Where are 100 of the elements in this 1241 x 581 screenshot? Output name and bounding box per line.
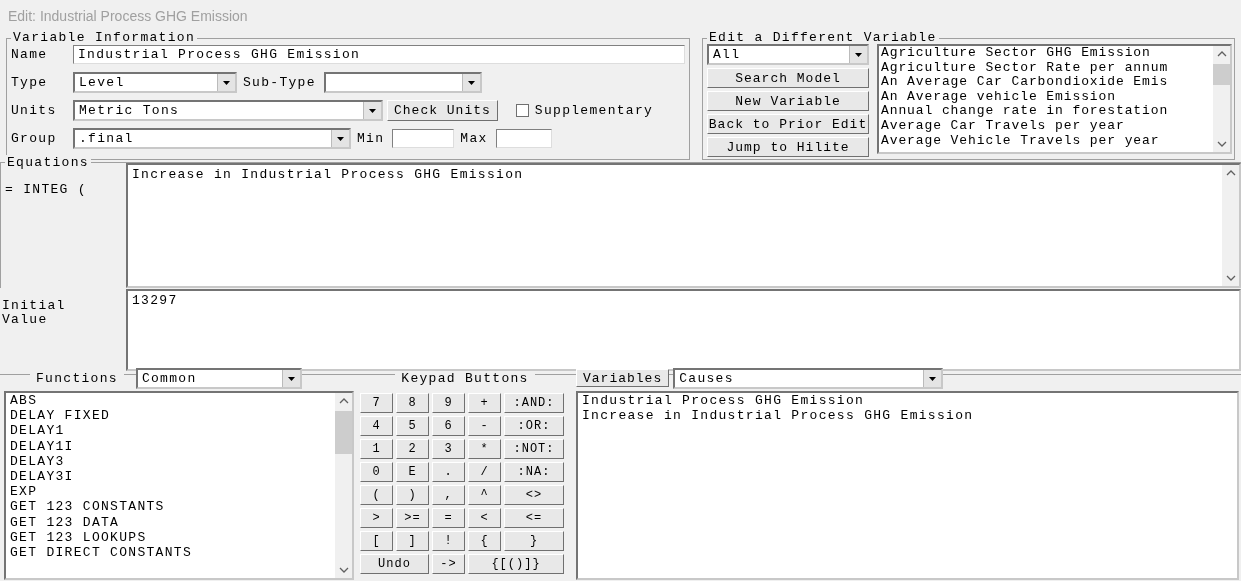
list-item[interactable]: DELAY3 — [10, 453, 331, 469]
category-dropdown[interactable]: Common — [135, 367, 302, 389]
list-item[interactable]: Increase in Industrial Process GHG Emission — [582, 408, 1233, 424]
panel-title: Equations — [5, 155, 91, 170]
keypad-button[interactable]: ] — [396, 531, 429, 551]
scroll-up-icon[interactable] — [338, 397, 349, 405]
keypad-button[interactable]: Undo — [360, 554, 429, 574]
sub-type-dropdown[interactable] — [323, 72, 482, 93]
list-item[interactable]: Average Vehicle Travels per year — [881, 133, 1211, 149]
list-item[interactable]: Average Car Travels per year — [881, 118, 1211, 134]
scroll-down-icon[interactable] — [338, 566, 349, 574]
keypad-button[interactable]: 4 — [360, 416, 393, 436]
keypad-button[interactable]: 7 — [360, 393, 393, 413]
keypad-button[interactable]: 6 — [432, 416, 465, 436]
list-item[interactable]: GET 123 DATA — [10, 514, 331, 530]
scrollbar[interactable] — [1222, 165, 1239, 286]
keypad-button[interactable]: + — [468, 393, 501, 413]
list-item[interactable]: Agriculture Sector GHG Emission — [881, 46, 1211, 61]
action-button[interactable]: Jump to Hilite — [707, 137, 869, 157]
field-label: Initial Value — [1, 297, 67, 329]
filter-dropdown[interactable]: All — [707, 44, 869, 65]
action-button[interactable]: Search Model — [707, 68, 869, 88]
list-item[interactable]: Annual change rate in forestation — [881, 104, 1211, 119]
list-item[interactable]: DELAY1I — [10, 438, 331, 454]
keypad-button[interactable]: 1 — [360, 439, 393, 459]
keypad-button[interactable]: 3 — [432, 439, 465, 459]
keypad-button[interactable]: / — [468, 462, 501, 482]
scroll-up-icon[interactable] — [1216, 50, 1227, 58]
name-field[interactable]: Industrial Process GHG Emission — [73, 45, 685, 64]
keypad-button[interactable]: > — [360, 508, 393, 528]
field-label: Units — [11, 103, 58, 118]
list-item[interactable]: An Average Car Carbondioxide Emis — [881, 75, 1211, 90]
type-dropdown[interactable]: Level — [73, 72, 237, 93]
keypad-button[interactable]: 2 — [396, 439, 429, 459]
list-item[interactable]: GET DIRECT CONSTANTS — [10, 545, 331, 561]
keypad-button[interactable]: * — [468, 439, 501, 459]
panel-title: Edit a Different Variable — [708, 32, 938, 44]
list-item[interactable]: EXP — [10, 484, 331, 500]
scroll-thumb[interactable] — [1213, 64, 1230, 85]
list-item[interactable]: DELAY3I — [10, 469, 331, 485]
keypad-button[interactable]: E — [396, 462, 429, 482]
list-item[interactable]: ABS — [10, 393, 331, 409]
keypad-button[interactable]: 0 — [360, 462, 393, 482]
units-dropdown[interactable]: Metric Tons — [73, 100, 383, 121]
scrollbar[interactable] — [1213, 46, 1230, 152]
field-label: Name — [11, 47, 49, 62]
keypad-button[interactable]: 8 — [396, 393, 429, 413]
keypad-button[interactable]: ! — [432, 531, 465, 551]
list-item[interactable]: DELAY1 — [10, 423, 331, 439]
max-field[interactable] — [495, 129, 552, 148]
keypad-button[interactable]: [ — [360, 531, 393, 551]
variables-button[interactable]: Variables — [576, 369, 670, 387]
field-label: Type — [11, 75, 49, 90]
panel-title: Variable Information — [12, 32, 197, 44]
scroll-down-icon[interactable] — [1216, 140, 1227, 148]
keypad-button[interactable]: <= — [504, 508, 564, 528]
keypad-button[interactable]: ^ — [468, 485, 501, 505]
keypad-button[interactable]: >= — [396, 508, 429, 528]
group-dropdown[interactable]: .final — [73, 128, 351, 149]
keypad-button[interactable]: , — [432, 485, 465, 505]
keypad-button[interactable]: } — [504, 531, 564, 551]
keypad-button[interactable]: { — [468, 531, 501, 551]
check-units-button[interactable]: Check Units — [387, 100, 498, 121]
list-item[interactable]: DELAY FIXED — [10, 408, 331, 424]
scroll-thumb[interactable] — [335, 411, 352, 454]
keypad-button[interactable]: 9 — [432, 393, 465, 413]
keypad-button[interactable]: 5 — [396, 416, 429, 436]
keypad-button[interactable]: <> — [504, 485, 564, 505]
keypad-button[interactable]: {[()]} — [468, 554, 564, 574]
initial-value-field[interactable]: 13297 — [126, 289, 1241, 371]
list-item[interactable]: Industrial Process GHG Emission — [582, 393, 1233, 409]
keypad-button[interactable]: - — [468, 416, 501, 436]
list-item[interactable]: GET 123 LOOKUPS — [10, 529, 331, 546]
field-label: Sub-Type — [243, 75, 316, 90]
scroll-up-icon[interactable] — [1225, 169, 1236, 177]
mode-dropdown[interactable]: Causes — [673, 367, 944, 389]
action-button[interactable]: Back to Prior Edit — [707, 114, 869, 134]
keypad-button[interactable]: ) — [396, 485, 429, 505]
checkbox[interactable] — [515, 104, 529, 117]
keypad-button[interactable]: :AND: — [504, 393, 564, 413]
keypad-button[interactable]: :NOT: — [504, 439, 564, 459]
list-item[interactable]: An Average vehicle Emission — [881, 89, 1211, 105]
min-field[interactable] — [392, 129, 455, 148]
keypad-button[interactable]: :OR: — [504, 416, 564, 436]
window-title: Edit: Industrial Process GHG Emission — [7, 7, 249, 26]
list-item[interactable]: Agriculture Sector Rate per annum — [881, 60, 1211, 76]
action-button[interactable]: New Variable — [707, 91, 869, 111]
keypad-button[interactable]: :NA: — [504, 462, 564, 482]
keypad-button[interactable]: -> — [432, 554, 465, 574]
keypad-button[interactable]: . — [432, 462, 465, 482]
scroll-down-icon[interactable] — [1225, 274, 1236, 282]
field-label: Min — [357, 131, 385, 146]
scrollbar[interactable] — [335, 393, 352, 578]
keypad-button[interactable]: = — [432, 508, 465, 528]
field-label: Max — [460, 131, 488, 146]
equation-prefix: = INTEG ( — [5, 182, 88, 197]
equation-field[interactable]: Increase in Industrial Process GHG Emission — [126, 163, 1241, 288]
list-item[interactable]: GET 123 CONSTANTS — [10, 499, 331, 515]
keypad-button[interactable]: ( — [360, 485, 393, 505]
keypad-button[interactable]: < — [468, 508, 501, 528]
